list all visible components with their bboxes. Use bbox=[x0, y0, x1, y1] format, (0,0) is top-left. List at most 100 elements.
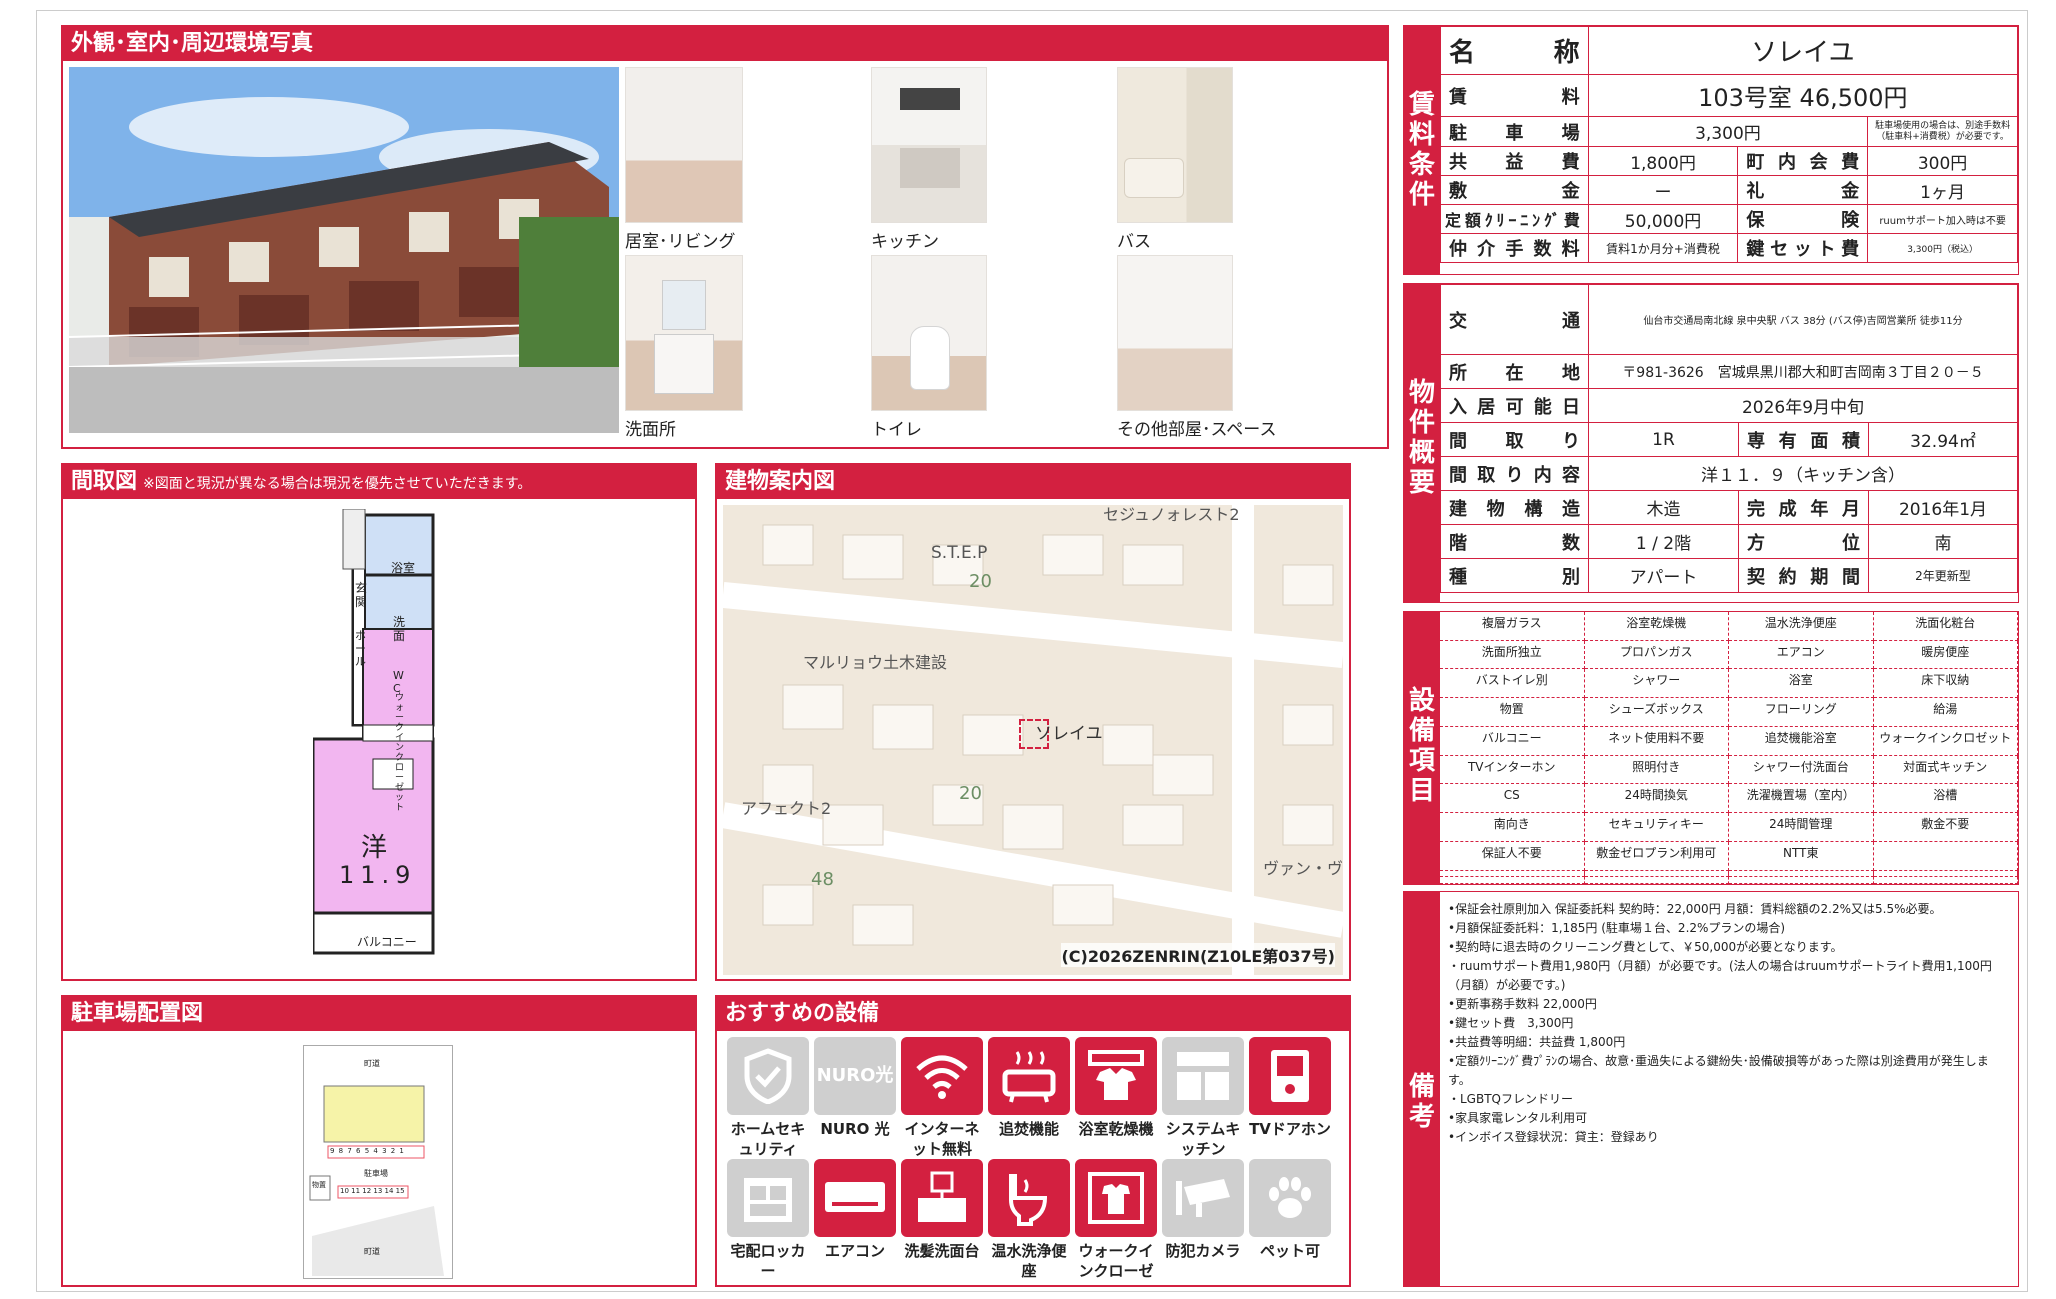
toilet-icon bbox=[988, 1159, 1070, 1237]
recommended-item-label: エアコン bbox=[824, 1242, 885, 1260]
equipment-section-label: 設備項目 bbox=[1404, 612, 1440, 884]
remark-line: •更新事務手数料 22,000円 bbox=[1448, 997, 1597, 1011]
rent-label: 賃料 bbox=[1440, 74, 1589, 117]
recommended-item[interactable]: NURO光 NURO 光 bbox=[814, 1037, 896, 1159]
parking-title: 駐車場配置図 bbox=[63, 997, 695, 1031]
town-fee: 300円 bbox=[1867, 146, 2018, 176]
remark-line: •インボイス登録状況：貸主：登録あり bbox=[1448, 1130, 1659, 1144]
thumb-toilet[interactable] bbox=[871, 255, 987, 411]
recommended-item[interactable]: 浴室乾燥機 bbox=[1075, 1037, 1157, 1159]
recommended-item[interactable]: 宅配ロッカー bbox=[727, 1159, 809, 1281]
rent-table: 名称 ソレイユ 賃料 103号室 46,500円 駐車場 3,300円 駐車場使… bbox=[1440, 26, 2019, 263]
recommended-item[interactable]: ウォークインクローゼット bbox=[1075, 1159, 1157, 1281]
recommended-item-label: 防犯カメラ bbox=[1165, 1242, 1241, 1260]
equipment-item bbox=[1873, 841, 2018, 871]
cleaning-fee-label: 定額ｸﾘｰﾆﾝｸﾞ費 bbox=[1440, 204, 1589, 234]
equipment-item: 追焚機能浴室 bbox=[1729, 726, 1874, 756]
equipment-item bbox=[1729, 870, 1874, 878]
direction: 南 bbox=[1868, 524, 2018, 559]
access-label: 交通 bbox=[1440, 284, 1589, 355]
remarks-panel: 備考 •保証会社原則加入 保証委託料 契約時：22,000円 月額：賃料総額の2… bbox=[1403, 891, 2019, 1287]
address: 〒981-3626 宮城県黒川郡大和町吉岡南３丁目２０－５ bbox=[1588, 354, 2018, 389]
thumb-living[interactable] bbox=[625, 67, 743, 223]
equipment-item: 暖房便座 bbox=[1873, 640, 2018, 670]
recommended-item-label: 洗髪洗面台 bbox=[904, 1242, 980, 1260]
cleaning-fee: 50,000円 bbox=[1587, 204, 1739, 234]
map-area[interactable]: セジュノォレスト2 S.T.E.P 20 マルリョウ土木建設 ソレイユ アフェク… bbox=[723, 505, 1343, 975]
equipment-item: 複層ガラス bbox=[1440, 612, 1585, 641]
exterior-photo[interactable] bbox=[69, 67, 619, 433]
floorplan-note: ※図面と現況が異なる場合は現況を優先させていただきます。 bbox=[143, 476, 532, 492]
equipment-item: 敷金不要 bbox=[1873, 813, 2018, 842]
map-label-van: ヴァン・ヴ bbox=[1263, 859, 1343, 878]
parking-diagram[interactable]: 町道 9 8 7 6 5 4 3 2 1 駐車場 物置 10 11 12 13 … bbox=[303, 1045, 453, 1279]
map-copyright: (C)2026ZENRIN(Z10LE第037号) bbox=[1061, 943, 1335, 967]
insurance-label: 保険 bbox=[1737, 204, 1869, 234]
remark-line: •鍵セット費 3,300円 bbox=[1448, 1016, 1574, 1030]
equipment-item: 給湯 bbox=[1873, 698, 2018, 727]
equipment-item: 24時間管理 bbox=[1729, 813, 1874, 842]
key-set-label: 鍵セット費 bbox=[1737, 233, 1869, 263]
remarks-list: •保証会社原則加入 保証委託料 契約時：22,000円 月額：賃料総額の2.2%… bbox=[1448, 900, 2010, 1147]
thumb-kitchen[interactable] bbox=[871, 67, 987, 223]
label-wash: 洗面 bbox=[393, 615, 406, 643]
rent-section-label: 賃料条件 bbox=[1404, 26, 1440, 274]
common-fee-label: 共益費 bbox=[1440, 146, 1589, 176]
recommended-item[interactable]: 防犯カメラ bbox=[1162, 1159, 1244, 1281]
kitchen-icon bbox=[1162, 1037, 1244, 1115]
label-wc: WC bbox=[393, 669, 404, 695]
equipment-item: バストイレ別 bbox=[1440, 669, 1585, 699]
flyer-sheet: 外観･室内･周辺環境写真 居室･リビング キッチン バス 洗面所 トイレ その他… bbox=[36, 10, 2028, 1292]
recommended-item[interactable]: エアコン bbox=[814, 1159, 896, 1281]
recommended-item[interactable]: インターネット無料 bbox=[901, 1037, 983, 1159]
remark-line: •契約時に退去時のクリーニング費として、￥50,000が必要となります。 bbox=[1448, 940, 1843, 954]
intercom-icon bbox=[1249, 1037, 1331, 1115]
caption-bath: バス bbox=[1117, 232, 1151, 252]
access: 仙台市交通局南北線 泉中央駅 バス 38分 (バス停)吉岡営業所 徒歩11分 bbox=[1588, 284, 2018, 355]
equipment-item bbox=[1873, 870, 2018, 878]
thumb-other-room[interactable] bbox=[1117, 255, 1233, 411]
recommended-item[interactable]: TVドアホン bbox=[1249, 1037, 1331, 1159]
deposit: ー bbox=[1587, 175, 1739, 205]
layout-detail: 洋１１．９（キッチン含） bbox=[1588, 456, 2018, 491]
label-bath: 浴室 bbox=[391, 561, 416, 575]
recommended-item[interactable]: ホームセキュリティ bbox=[727, 1037, 809, 1159]
rent-value: 103号室 46,500円 bbox=[1587, 74, 2019, 117]
recommended-item[interactable]: システムキッチン bbox=[1162, 1037, 1244, 1159]
equipment-item: 物置 bbox=[1440, 698, 1585, 727]
move-in: 2026年9月中旬 bbox=[1588, 388, 2018, 423]
move-in-label: 入居可能日 bbox=[1440, 388, 1589, 423]
equipment-item bbox=[1440, 877, 1585, 884]
recommended-item-label: ペット可 bbox=[1259, 1242, 1320, 1260]
recommended-item[interactable]: 追焚機能 bbox=[988, 1037, 1070, 1159]
insurance: ruumサポート加入時は不要 bbox=[1867, 204, 2018, 234]
floor-label: 階数 bbox=[1440, 524, 1589, 559]
recommended-item[interactable]: ペット可 bbox=[1249, 1159, 1331, 1281]
equipment-item bbox=[1584, 870, 1729, 878]
floorplan-panel: 間取図 ※図面と現況が異なる場合は現況を優先させていただきます。 浴室 玄関 洗面… bbox=[61, 463, 697, 981]
thumb-washroom[interactable] bbox=[625, 255, 743, 411]
floorplan-drawing[interactable]: 浴室 玄関 洗面 ホール WC ウォークインクローゼット 洋 11.9 バルコニ… bbox=[311, 508, 443, 961]
key-set: 3,300円（税込） bbox=[1867, 233, 2018, 263]
map-label-forest: セジュノォレスト2 bbox=[1103, 505, 1240, 524]
equipment-item: ネット使用料不要 bbox=[1584, 726, 1729, 756]
recommended-item[interactable]: 温水洗浄便座 bbox=[988, 1159, 1070, 1281]
equipment-item: TVインターホン bbox=[1440, 755, 1585, 785]
remarks-section-label: 備考 bbox=[1404, 892, 1440, 1286]
rent-panel: 賃料条件 名称 ソレイユ 賃料 103号室 46,500円 駐車場 3,300円… bbox=[1403, 25, 2019, 275]
layout-detail-label: 間取り内容 bbox=[1440, 456, 1589, 491]
contract-label: 契約期間 bbox=[1738, 558, 1869, 593]
label-balcony: バルコニー bbox=[357, 935, 417, 949]
key-money: 1ヶ月 bbox=[1867, 175, 2018, 205]
remark-line: ・ruumサポート費用1,980円（月額）が必要です。(法人の場合はruumサポ… bbox=[1448, 959, 1992, 992]
equipment-item: 24時間換気 bbox=[1584, 784, 1729, 814]
thumb-bath[interactable] bbox=[1117, 67, 1233, 223]
map-label-step: S.T.E.P bbox=[931, 543, 988, 563]
recommended-item-label: NURO 光 bbox=[820, 1120, 890, 1138]
recommended-item-label: 宅配ロッカー bbox=[730, 1242, 806, 1280]
equipment-section-text: 設備項目 bbox=[1408, 686, 1435, 806]
overview-panel: 物件概要 交通 仙台市交通局南北線 泉中央駅 バス 38分 (バス停)吉岡営業所… bbox=[1403, 283, 2019, 603]
recommended-item[interactable]: 洗髪洗面台 bbox=[901, 1159, 983, 1281]
equipment-item: 洗面化粧台 bbox=[1873, 612, 2018, 641]
map-title: 建物案内図 bbox=[717, 465, 1349, 499]
